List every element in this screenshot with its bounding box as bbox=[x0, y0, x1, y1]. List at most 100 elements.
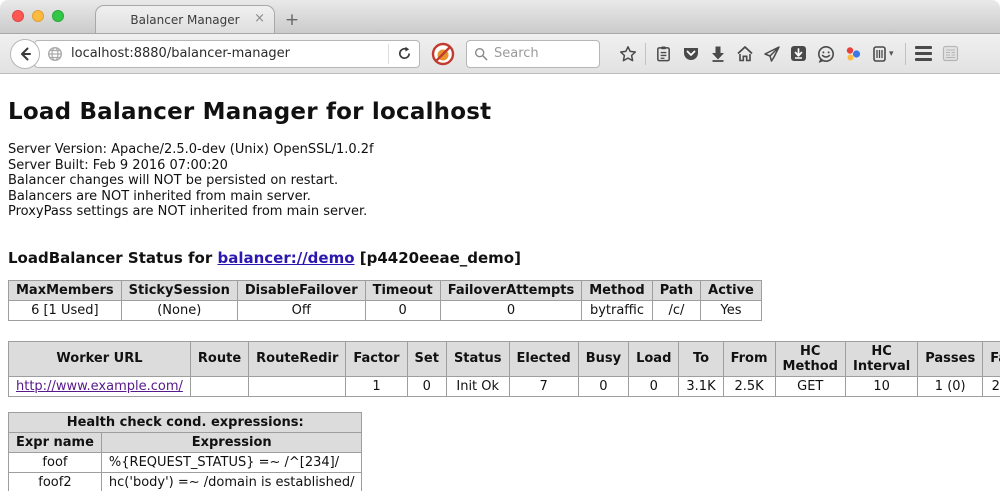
multi-account-button[interactable] bbox=[839, 40, 866, 68]
chat-button[interactable] bbox=[812, 40, 839, 68]
search-bar[interactable] bbox=[466, 40, 600, 68]
column-header: HC Method bbox=[775, 341, 845, 376]
back-button[interactable] bbox=[10, 39, 40, 69]
dropdown-caret-icon[interactable]: ▾ bbox=[889, 49, 901, 59]
table-row: foof2hc('body') =~ /domain is establishe… bbox=[9, 472, 362, 491]
table-cell: 10 bbox=[845, 376, 917, 396]
bookmark-star-button[interactable] bbox=[614, 40, 641, 68]
table-cell: 7 bbox=[509, 376, 578, 396]
column-header: Status bbox=[446, 341, 509, 376]
menu-hamburger-icon bbox=[915, 46, 932, 61]
column-header: From bbox=[723, 341, 775, 376]
column-header: Expression bbox=[101, 432, 362, 452]
column-header: DisableFailover bbox=[237, 280, 365, 300]
status-suffix: [p4420eeae_demo] bbox=[355, 249, 521, 267]
server-info-line: ProxyPass settings are NOT inherited fro… bbox=[8, 204, 992, 220]
table-cell: 0 bbox=[407, 376, 446, 396]
worker-table-body: http://www.example.com/ 10Init Ok7003.1K… bbox=[9, 376, 1000, 396]
chat-icon bbox=[817, 45, 835, 63]
home-button[interactable] bbox=[731, 40, 758, 68]
column-header: Factor bbox=[346, 341, 407, 376]
table-cell: 2.5K bbox=[723, 376, 775, 396]
table-cell: 2 (0) bbox=[983, 376, 1000, 396]
health-table-header-row: Expr nameExpression bbox=[9, 432, 362, 452]
balancer-settings-table: MaxMembersStickySessionDisableFailoverTi… bbox=[8, 280, 762, 321]
column-header: Set bbox=[407, 341, 446, 376]
url-bar[interactable]: localhost:8880/balancer-manager bbox=[34, 40, 420, 68]
server-info-line: Balancer changes will NOT be persisted o… bbox=[8, 173, 992, 189]
column-header: Worker URL bbox=[9, 341, 191, 376]
tab-close-icon[interactable]: × bbox=[254, 12, 265, 26]
column-header: MaxMembers bbox=[9, 280, 122, 300]
table-cell: Yes bbox=[701, 300, 762, 320]
pocket-button[interactable] bbox=[677, 40, 704, 68]
reading-list-icon bbox=[655, 45, 672, 63]
table-cell bbox=[190, 376, 248, 396]
table-cell: bytraffic bbox=[582, 300, 652, 320]
minimize-window-button[interactable] bbox=[32, 10, 44, 22]
column-header: Timeout bbox=[365, 280, 440, 300]
multi-account-dots-icon bbox=[844, 45, 862, 63]
url-text[interactable]: localhost:8880/balancer-manager bbox=[71, 46, 388, 61]
search-icon bbox=[474, 47, 488, 61]
reader-grid-button[interactable] bbox=[937, 40, 964, 68]
video-download-button[interactable] bbox=[785, 40, 812, 68]
zoom-window-button[interactable] bbox=[52, 10, 64, 22]
plugin-blocked-button[interactable] bbox=[431, 42, 455, 66]
bookmark-star-icon bbox=[619, 45, 637, 63]
downloads-button[interactable] bbox=[704, 40, 731, 68]
table-row: 6 [1 Used](None)Off00bytraffic/c/Yes bbox=[9, 300, 762, 320]
tab-balancer-manager[interactable]: Balancer Manager × bbox=[95, 5, 275, 33]
home-icon bbox=[736, 45, 754, 62]
server-info-line: Server Version: Apache/2.5.0-dev (Unix) … bbox=[8, 142, 992, 158]
table-cell: 1 (0) bbox=[918, 376, 983, 396]
plugin-blocked-icon bbox=[431, 42, 455, 66]
table-cell: 1 bbox=[346, 376, 407, 396]
column-header: FailoverAttempts bbox=[440, 280, 582, 300]
menu-button[interactable] bbox=[910, 40, 937, 68]
column-header: Fails bbox=[983, 341, 1000, 376]
table-cell: http://www.example.com/ bbox=[9, 376, 191, 396]
worker-status-table: Worker URLRouteRouteRedirFactorSetStatus… bbox=[8, 341, 1000, 397]
send-tab-button[interactable] bbox=[758, 40, 785, 68]
column-header: Expr name bbox=[9, 432, 102, 452]
status-prefix: LoadBalancer Status for bbox=[8, 249, 217, 267]
page-content: Load Balancer Manager for localhost Serv… bbox=[0, 74, 1000, 491]
table-cell: 0 bbox=[578, 376, 628, 396]
table-row: foof%{REQUEST_STATUS} =~ /^[234]/ bbox=[9, 452, 362, 472]
worker-table-header-row: Worker URLRouteRouteRedirFactorSetStatus… bbox=[9, 341, 1000, 376]
pocket-icon bbox=[682, 45, 700, 63]
table-cell: foof2 bbox=[9, 472, 102, 491]
balancer-demo-link[interactable]: balancer://demo bbox=[217, 249, 354, 267]
tab-title: Balancer Manager bbox=[130, 13, 239, 27]
balancer-table-body: 6 [1 Used](None)Off00bytraffic/c/Yes bbox=[9, 300, 762, 320]
table-cell: (None) bbox=[121, 300, 237, 320]
toolbar-icons: ▾ bbox=[614, 40, 964, 68]
table-cell: 3.1K bbox=[679, 376, 723, 396]
column-header: Busy bbox=[578, 341, 628, 376]
reading-list-button[interactable] bbox=[650, 40, 677, 68]
column-header: Method bbox=[582, 280, 652, 300]
download-icon bbox=[710, 45, 726, 62]
health-table-title-row: Health check cond. expressions: bbox=[9, 412, 362, 432]
containers-icon bbox=[872, 45, 887, 63]
toolbar-divider bbox=[645, 43, 646, 65]
toolbar-divider bbox=[905, 43, 906, 65]
column-header: StickySession bbox=[121, 280, 237, 300]
reload-button[interactable] bbox=[389, 41, 419, 67]
tab-strip: Balancer Manager × + bbox=[0, 0, 1000, 34]
table-cell: 0 bbox=[365, 300, 440, 320]
search-input[interactable] bbox=[494, 46, 584, 61]
table-cell: Init Ok bbox=[446, 376, 509, 396]
close-window-button[interactable] bbox=[12, 10, 24, 22]
worker-url-link[interactable]: http://www.example.com/ bbox=[16, 379, 183, 394]
table-cell: foof bbox=[9, 452, 102, 472]
server-info-line: Server Built: Feb 9 2016 07:00:20 bbox=[8, 158, 992, 174]
window-controls bbox=[12, 10, 64, 22]
table-cell: Off bbox=[237, 300, 365, 320]
table-cell: hc('body') =~ /domain is established/ bbox=[101, 472, 362, 491]
new-tab-button[interactable]: + bbox=[275, 7, 309, 33]
globe-icon bbox=[47, 46, 63, 62]
reload-icon bbox=[397, 46, 412, 61]
server-info-line: Balancers are NOT inherited from main se… bbox=[8, 189, 992, 205]
